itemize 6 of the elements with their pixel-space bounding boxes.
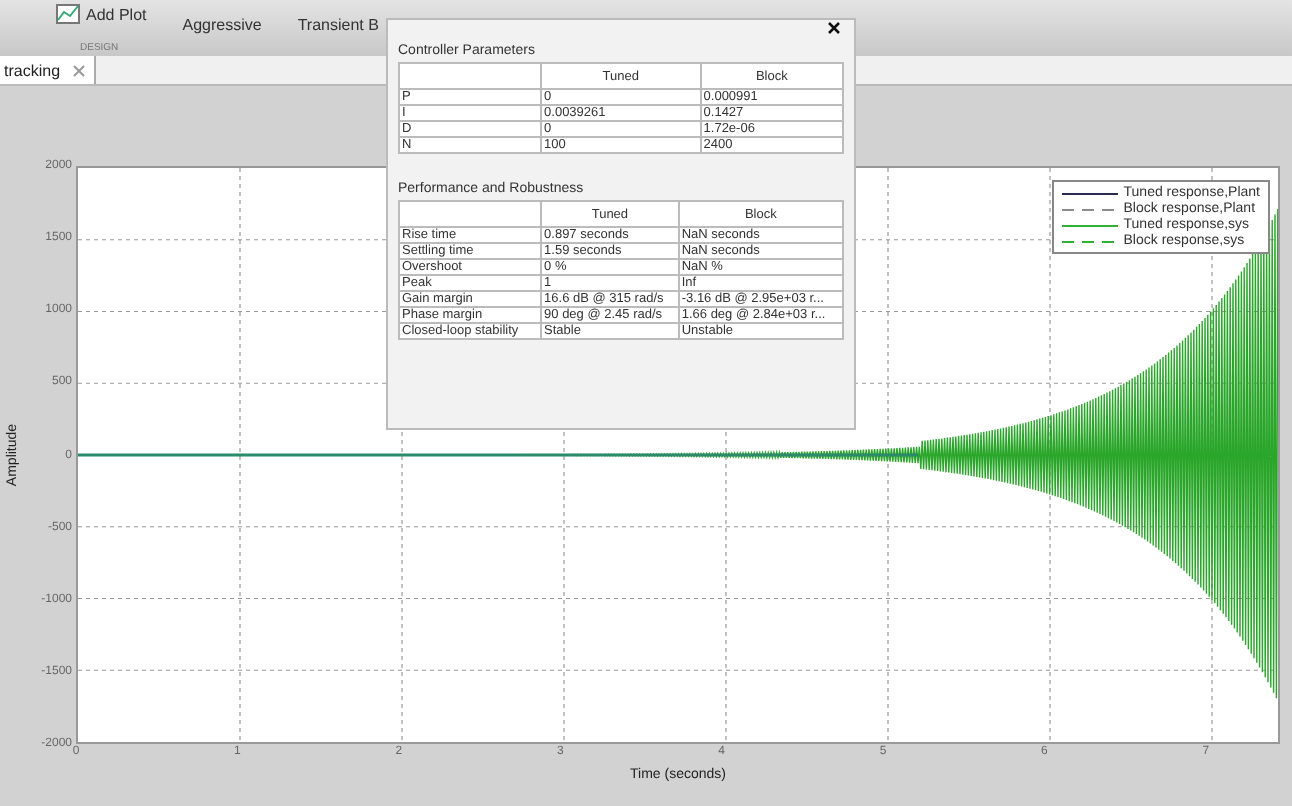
toolbar-label: Transient B <box>297 16 379 34</box>
plot-icon <box>56 4 80 24</box>
toolbar-label: Aggressive <box>182 16 262 34</box>
document-tab[interactable]: tracking <box>0 56 97 84</box>
add-plot-button[interactable]: Add Plot <box>86 5 147 23</box>
close-icon[interactable] <box>826 20 842 36</box>
